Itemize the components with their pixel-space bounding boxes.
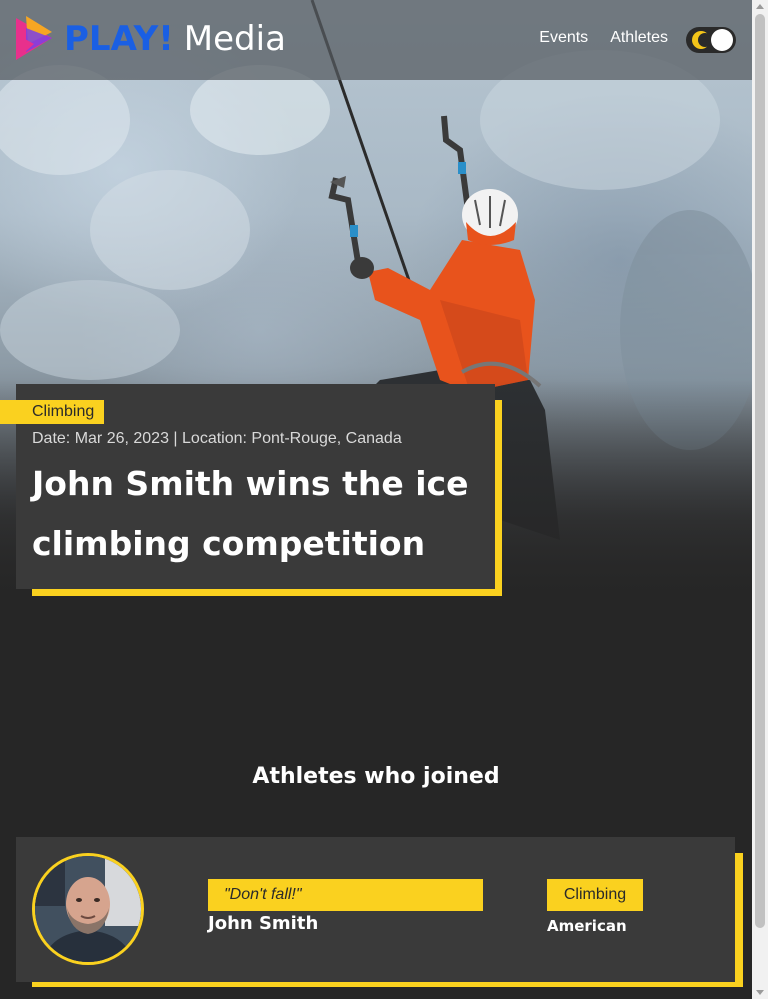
scrollbar-thumb[interactable]	[755, 14, 765, 928]
feature-title[interactable]: John Smith wins the ice climbing competi…	[32, 454, 472, 574]
nav-athletes[interactable]: Athletes	[610, 29, 668, 47]
category-badge[interactable]: Climbing	[0, 400, 104, 424]
logo[interactable]: PLAY! Media	[14, 14, 286, 64]
page-scrollbar[interactable]	[752, 0, 768, 999]
athlete-nationality: American	[547, 917, 627, 935]
play-logo-icon	[14, 14, 54, 64]
logo-play: PLAY!	[64, 19, 174, 59]
athlete-name[interactable]: John Smith	[208, 913, 318, 934]
avatar[interactable]	[32, 853, 144, 965]
athletes-section-title: Athletes who joined	[252, 764, 500, 789]
site-header: PLAY! Media Events Athletes	[0, 0, 752, 80]
toggle-knob	[711, 29, 733, 51]
feature-card[interactable]: Climbing Date: Mar 26, 2023 | Location: …	[0, 384, 495, 589]
scroll-up-icon[interactable]	[756, 4, 764, 9]
logo-text: PLAY! Media	[64, 14, 286, 64]
event-meta: Date: Mar 26, 2023 | Location: Pont-Roug…	[32, 430, 402, 447]
athlete-sport-badge[interactable]: Climbing	[547, 879, 643, 911]
scroll-down-icon[interactable]	[756, 990, 764, 995]
theme-toggle[interactable]	[686, 27, 736, 53]
main-nav: Events Athletes	[539, 29, 668, 47]
moon-icon	[692, 31, 712, 49]
logo-media: Media	[183, 19, 286, 59]
nav-events[interactable]: Events	[539, 29, 588, 47]
athlete-quote: "Don't fall!"	[208, 879, 483, 911]
page: PLAY! Media Events Athletes Climbing Date…	[0, 0, 752, 999]
athlete-card[interactable]: "Don't fall!" John Smith Climbing Americ…	[16, 837, 735, 982]
